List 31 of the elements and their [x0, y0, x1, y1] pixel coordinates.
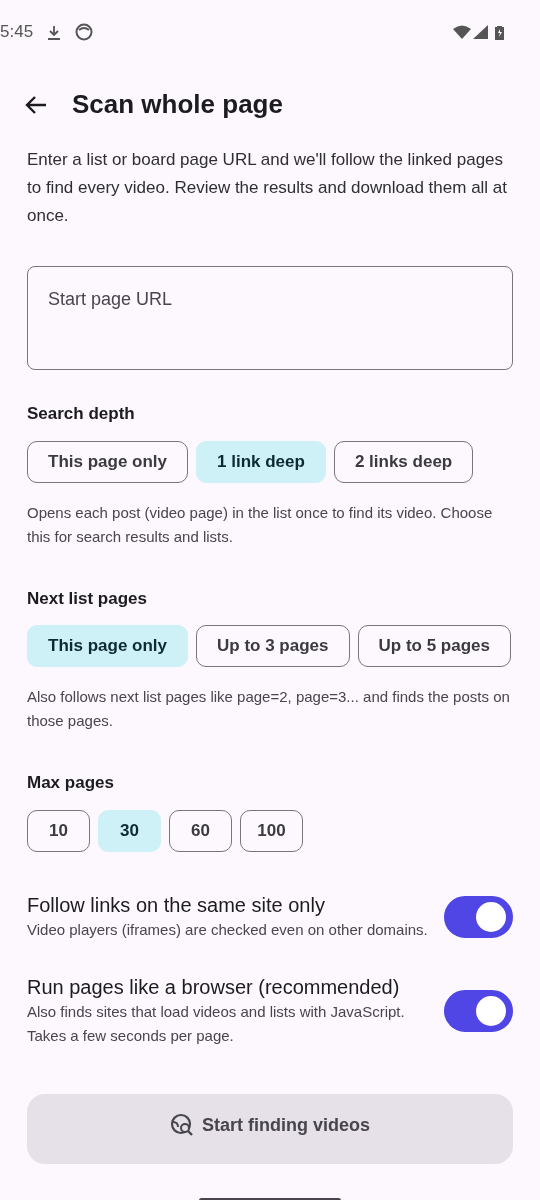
option-chip[interactable]: 30 — [98, 809, 161, 852]
option-chip[interactable]: 10 — [27, 809, 90, 852]
toggle-switch[interactable] — [444, 989, 513, 1032]
signal-icon — [473, 25, 488, 39]
toggle-switch[interactable] — [444, 895, 513, 938]
option-chip[interactable]: Up to 5 pages — [357, 625, 511, 667]
help-text: Opens each post (video page) in the list once to find its video. Choose this for search results and lists. — [27, 502, 494, 547]
setting-title: Follow links on the same site only — [27, 892, 326, 918]
page-title: Scan whole page — [72, 89, 283, 121]
setting-title: Run pages like a browser (recommended) — [27, 974, 401, 1000]
setting-description: Also finds sites that load videos and lists with JavaScript. Takes a few seconds per page. — [27, 1001, 406, 1046]
option-chip[interactable]: 1 link deep — [196, 440, 326, 483]
back-icon[interactable] — [24, 95, 48, 115]
wifi-icon — [453, 25, 471, 39]
option-chip[interactable]: This page only — [27, 625, 189, 667]
option-chip[interactable]: 2 links deep — [333, 440, 474, 483]
option-chip[interactable]: This page only — [27, 440, 189, 483]
url-input-field[interactable]: Start page URL — [27, 266, 513, 370]
battery-icon — [495, 24, 504, 40]
option-chip[interactable]: Up to 3 pages — [196, 625, 350, 667]
help-text: Also follows next list pages like page=2, page=3... and finds the posts on those pages. — [27, 687, 511, 731]
download-icon — [47, 24, 62, 40]
globe-search-icon — [170, 1113, 194, 1138]
option-chip[interactable]: 100 — [240, 809, 303, 852]
section-label: Max pages — [27, 772, 115, 794]
setting-description: Video players (iframes) are checked even on other domains. — [27, 919, 428, 940]
status-time: 5:45 — [0, 21, 34, 44]
section-label: Search depth — [27, 403, 136, 425]
description-text: Enter a list or board page URL and we'll follow the linked pages to find every video. Review the results and download them all at once. — [27, 149, 509, 227]
option-chip[interactable]: 60 — [169, 809, 232, 852]
section-label: Next list pages — [27, 587, 148, 610]
